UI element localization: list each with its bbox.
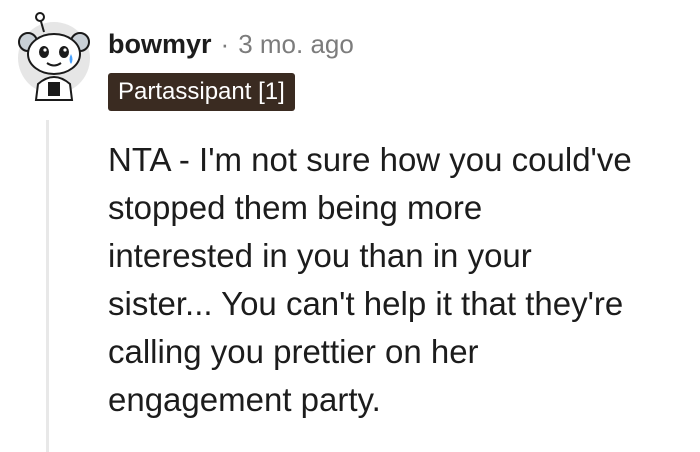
comment-line: engagement party.	[108, 381, 381, 418]
comment: bowmyr · 3 mo. ago Partassipant [1] NTA …	[0, 0, 700, 452]
timestamp[interactable]: 3 mo. ago	[238, 29, 354, 60]
user-avatar[interactable]	[14, 10, 94, 102]
comment-line: stopped them being more	[108, 189, 483, 226]
meta-separator: ·	[220, 28, 230, 59]
comment-meta: bowmyr · 3 mo. ago	[108, 24, 354, 64]
comment-line: NTA - I'm not sure how you could've	[108, 141, 632, 178]
thread-line[interactable]	[46, 120, 49, 452]
comment-body: NTA - I'm not sure how you could've stop…	[108, 136, 696, 424]
comment-line: calling you prettier on her	[108, 333, 479, 370]
reddit-snoo-avatar-icon	[18, 12, 90, 101]
username-link[interactable]: bowmyr	[108, 29, 212, 60]
comment-line: sister... You can't help it that they're	[108, 285, 624, 322]
user-flair: Partassipant [1]	[108, 73, 295, 111]
comment-line: interested in you than in your	[108, 237, 532, 274]
